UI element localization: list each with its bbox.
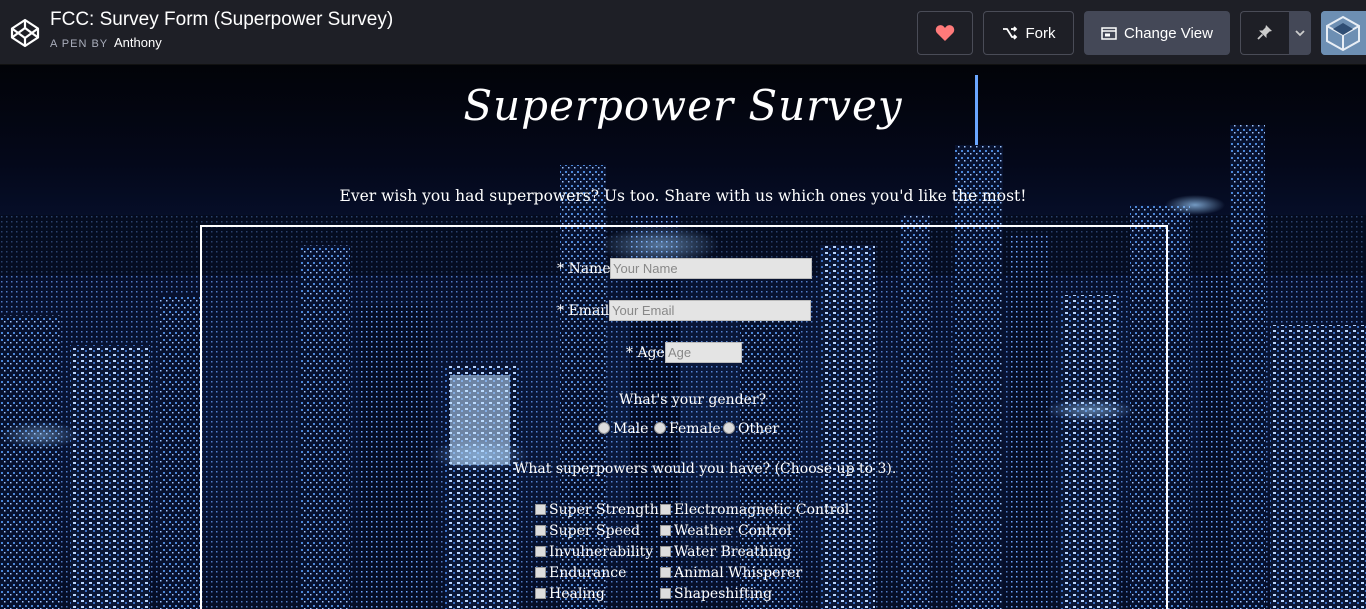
gender-female-label: Female	[669, 421, 721, 437]
pin-dropdown-button[interactable]	[1289, 11, 1311, 55]
power-label: Healing	[549, 586, 605, 602]
power-checkbox[interactable]	[535, 546, 546, 557]
survey-description: Ever wish you had superpowers? Us too. S…	[339, 187, 1027, 205]
gender-male-radio[interactable]	[598, 422, 610, 434]
age-input[interactable]	[665, 342, 742, 363]
fork-button[interactable]: Fork	[983, 11, 1074, 55]
pen-byline: A PEN BY Anthony	[50, 35, 393, 50]
power-label: Shapeshifting	[674, 586, 773, 602]
power-checkbox[interactable]	[660, 546, 671, 557]
heart-button[interactable]	[917, 11, 973, 55]
power-checkbox[interactable]	[535, 525, 546, 536]
preview-stage: Superpower Survey Ever wish you had supe…	[0, 65, 1366, 609]
chevron-down-icon	[1295, 29, 1305, 36]
email-label: * Email:	[557, 303, 614, 319]
byline-prefix: A PEN BY	[50, 38, 108, 50]
power-label: Endurance	[549, 565, 627, 581]
pin-button[interactable]	[1240, 11, 1289, 55]
power-checkbox[interactable]	[660, 525, 671, 536]
survey-title: Superpower Survey	[463, 81, 903, 130]
gender-other-radio[interactable]	[723, 422, 735, 434]
heart-icon	[935, 25, 955, 41]
pen-title-block: FCC: Survey Form (Superpower Survey) A P…	[50, 9, 393, 50]
user-avatar[interactable]	[1321, 11, 1366, 55]
fork-icon	[1002, 26, 1017, 40]
power-label: Animal Whisperer	[674, 565, 803, 581]
survey-form: * Name: * Email: * Age: What's your gend…	[200, 225, 1168, 609]
age-label: * Age:	[626, 345, 670, 361]
change-view-label: Change View	[1124, 24, 1213, 42]
codepen-header: FCC: Survey Form (Superpower Survey) A P…	[0, 0, 1366, 65]
power-label: Super Speed	[549, 523, 641, 539]
change-view-button[interactable]: Change View	[1084, 11, 1230, 55]
gender-male-label: Male	[613, 421, 649, 437]
power-checkbox[interactable]	[535, 567, 546, 578]
name-input[interactable]	[610, 258, 812, 279]
power-label: Electromagnetic Control	[674, 502, 850, 518]
power-checkbox[interactable]	[535, 588, 546, 599]
power-checkbox[interactable]	[660, 504, 671, 515]
fork-label: Fork	[1025, 24, 1056, 42]
pin-icon	[1257, 25, 1272, 40]
power-checkbox[interactable]	[660, 567, 671, 578]
power-label: Invulnerability	[549, 544, 654, 560]
author-link[interactable]: Anthony	[114, 35, 162, 50]
name-label: * Name:	[557, 261, 616, 277]
power-label: Super Strength	[549, 502, 659, 518]
power-checkbox[interactable]	[535, 504, 546, 515]
email-input[interactable]	[609, 300, 811, 321]
power-label: Weather Control	[674, 523, 792, 539]
change-view-icon	[1101, 26, 1117, 40]
powers-question: What superpowers would you have? (Choose…	[514, 461, 897, 477]
gender-female-radio[interactable]	[654, 422, 666, 434]
power-label: Water Breathing	[674, 544, 792, 560]
power-checkbox[interactable]	[660, 588, 671, 599]
gender-other-label: Other	[738, 421, 780, 437]
pen-title[interactable]: FCC: Survey Form (Superpower Survey)	[50, 9, 393, 31]
codepen-logo-icon[interactable]	[9, 17, 41, 49]
gender-question: What's your gender?	[619, 392, 767, 408]
